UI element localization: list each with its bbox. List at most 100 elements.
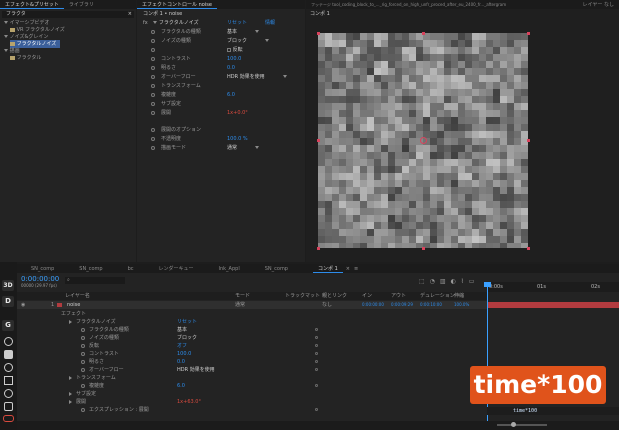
stopwatch-icon[interactable]	[81, 383, 85, 388]
ec-prop-row[interactable]: コントラスト	[151, 55, 191, 63]
tab-render-queue[interactable]: レンダーキュー	[139, 265, 199, 272]
zoom-slider-thumb[interactable]	[511, 422, 516, 427]
layer-mode[interactable]: 通常	[235, 301, 245, 309]
col-layer-name[interactable]: レイヤー名	[65, 292, 90, 300]
tool-icon-3[interactable]	[4, 363, 13, 372]
timeline-property-row[interactable]: トランスフォーム	[69, 374, 116, 382]
expression-editor[interactable]	[487, 407, 619, 415]
ec-checkbox[interactable]: 反転	[227, 46, 243, 54]
stopwatch-icon[interactable]	[81, 407, 85, 412]
layer-row-noise[interactable]	[17, 301, 487, 309]
expand-triangle-icon[interactable]	[69, 375, 72, 380]
stopwatch-icon[interactable]	[151, 145, 155, 150]
col-track-matte[interactable]: トラックマット	[285, 292, 320, 300]
tab-sn-comp-1[interactable]: SN_comp	[17, 266, 59, 272]
tab-sn-comp-2[interactable]: SN_comp	[59, 266, 107, 272]
keyframe-nav-icon[interactable]	[315, 328, 318, 331]
timeline-property-value[interactable]: リセット	[177, 318, 197, 326]
layer-out[interactable]: 0:00:09:29	[391, 301, 413, 309]
layer-name[interactable]: noise	[67, 301, 80, 309]
ec-value[interactable]: 6.0	[227, 91, 235, 99]
stopwatch-icon[interactable]	[81, 367, 85, 372]
keyframe-nav-icon[interactable]	[315, 336, 318, 339]
tab-effect-controls[interactable]: エフェクトコントロール noise	[137, 1, 217, 9]
layer-handle-bottom[interactable]	[422, 247, 425, 250]
layer-handle-left[interactable]	[317, 139, 320, 142]
col-duration[interactable]: デュレーション	[420, 292, 455, 300]
draft-3d-icon[interactable]: ⬚	[419, 278, 425, 285]
timeline-property-value[interactable]: HDR 効果を使用	[177, 366, 215, 374]
ec-prop-row[interactable]: 不透明度	[151, 135, 181, 143]
fx-icon[interactable]: fx	[143, 20, 148, 26]
ec-prop-row[interactable]: 展開	[151, 109, 171, 117]
layer-stretch[interactable]: 100.0%	[454, 301, 469, 309]
ec-prop-row[interactable]: サブ設定	[151, 100, 181, 108]
layer-handle-tl[interactable]	[317, 32, 320, 35]
ec-prop-row[interactable]: 展開のオプション	[151, 126, 201, 134]
ec-dropdown[interactable]: HDR 効果を使用	[227, 73, 287, 81]
timeline-property-row[interactable]: コントラスト	[81, 350, 119, 358]
keyframe-nav-icon[interactable]	[315, 408, 318, 411]
ec-prop-row[interactable]: オーバーフロー	[151, 73, 196, 81]
close-tab-icon[interactable]: ×	[346, 266, 350, 272]
timeline-property-value[interactable]: 1x+63.0°	[177, 398, 201, 406]
tab-ink-appl[interactable]: Ink_Appl	[199, 266, 245, 272]
layer-handle-tr[interactable]	[527, 32, 530, 35]
stopwatch-icon[interactable]	[151, 83, 155, 88]
timeline-search-input[interactable]: ⌕	[65, 277, 125, 284]
stopwatch-icon[interactable]	[151, 136, 155, 141]
reset-button[interactable]: リセット	[227, 19, 247, 27]
timeline-property-row[interactable]: オーバーフロー	[81, 366, 124, 374]
ec-prop-row[interactable]: トランスフォーム	[151, 82, 201, 90]
clear-search-icon[interactable]: ×	[128, 11, 132, 18]
layer-duration[interactable]: 0:00:10:00	[420, 301, 442, 309]
expand-triangle-icon[interactable]	[69, 391, 72, 396]
ec-value[interactable]: 1x+0.0°	[227, 109, 248, 117]
stopwatch-icon[interactable]	[151, 74, 155, 79]
ec-value[interactable]: 100.0 %	[227, 135, 248, 143]
expression-text[interactable]: time*100	[513, 407, 537, 415]
motion-blur-icon[interactable]: ◐	[451, 278, 456, 285]
expand-triangle-icon[interactable]	[69, 319, 72, 324]
draft-3d-button[interactable]: 3D	[2, 280, 14, 291]
effect-fractal-noise-header[interactable]: fx フラクタルノイズ	[143, 19, 199, 27]
timeline-property-row[interactable]: 複雑度	[81, 382, 104, 390]
timeline-property-value[interactable]: 基本	[177, 326, 187, 334]
ec-prop-row[interactable]: ノイズの種類	[151, 37, 191, 45]
anchor-point-icon[interactable]	[420, 137, 427, 144]
layer-label-color[interactable]	[57, 303, 62, 307]
timeline-property-row[interactable]: サブ設定	[69, 390, 96, 398]
layer-visibility-icon[interactable]: ◉	[21, 301, 25, 309]
panel-menu-icon[interactable]: ≡	[354, 266, 358, 272]
ec-value[interactable]: 0.0	[227, 64, 235, 72]
col-out[interactable]: アウト	[391, 292, 406, 300]
playhead-handle[interactable]	[484, 282, 491, 287]
timeline-property-row[interactable]: フラクタルの種類	[81, 326, 129, 334]
ec-prop-row[interactable]: 複雑度	[151, 91, 176, 99]
timeline-property-value[interactable]: 6.0	[177, 382, 185, 390]
col-mode[interactable]: モード	[235, 292, 250, 300]
keyframe-nav-icon[interactable]	[315, 384, 318, 387]
tab-layer[interactable]: レイヤー なし	[578, 1, 619, 8]
keyframe-nav-icon[interactable]	[315, 352, 318, 355]
timeline-property-row[interactable]: フラクタルノイズ	[69, 318, 116, 326]
stopwatch-icon[interactable]	[81, 327, 85, 332]
timeline-property-row[interactable]: エフェクト	[57, 310, 86, 318]
zoom-slider[interactable]	[497, 424, 547, 426]
timeline-property-row[interactable]: ノイズの種類	[81, 334, 119, 342]
tool-icon-1[interactable]	[4, 337, 13, 346]
timeline-property-value[interactable]: オフ	[177, 342, 187, 350]
stopwatch-icon[interactable]	[151, 65, 155, 70]
tool-icon-5[interactable]	[4, 389, 13, 398]
effects-search-input[interactable]: フラクタ ×	[2, 11, 134, 18]
ec-prop-row[interactable]	[151, 46, 161, 54]
effect-fractal[interactable]: フラクタル	[10, 54, 41, 62]
timeline-property-value[interactable]: 100.0	[177, 350, 191, 358]
g-button[interactable]: G	[2, 320, 14, 331]
tool-icon-4[interactable]	[4, 376, 13, 385]
stopwatch-icon[interactable]	[151, 38, 155, 43]
layer-parent[interactable]: なし	[322, 301, 332, 309]
stopwatch-icon[interactable]	[81, 359, 85, 364]
col-stretch[interactable]: 伸縮	[454, 292, 464, 300]
tab-comp-1[interactable]: コンポ 1	[313, 265, 343, 273]
